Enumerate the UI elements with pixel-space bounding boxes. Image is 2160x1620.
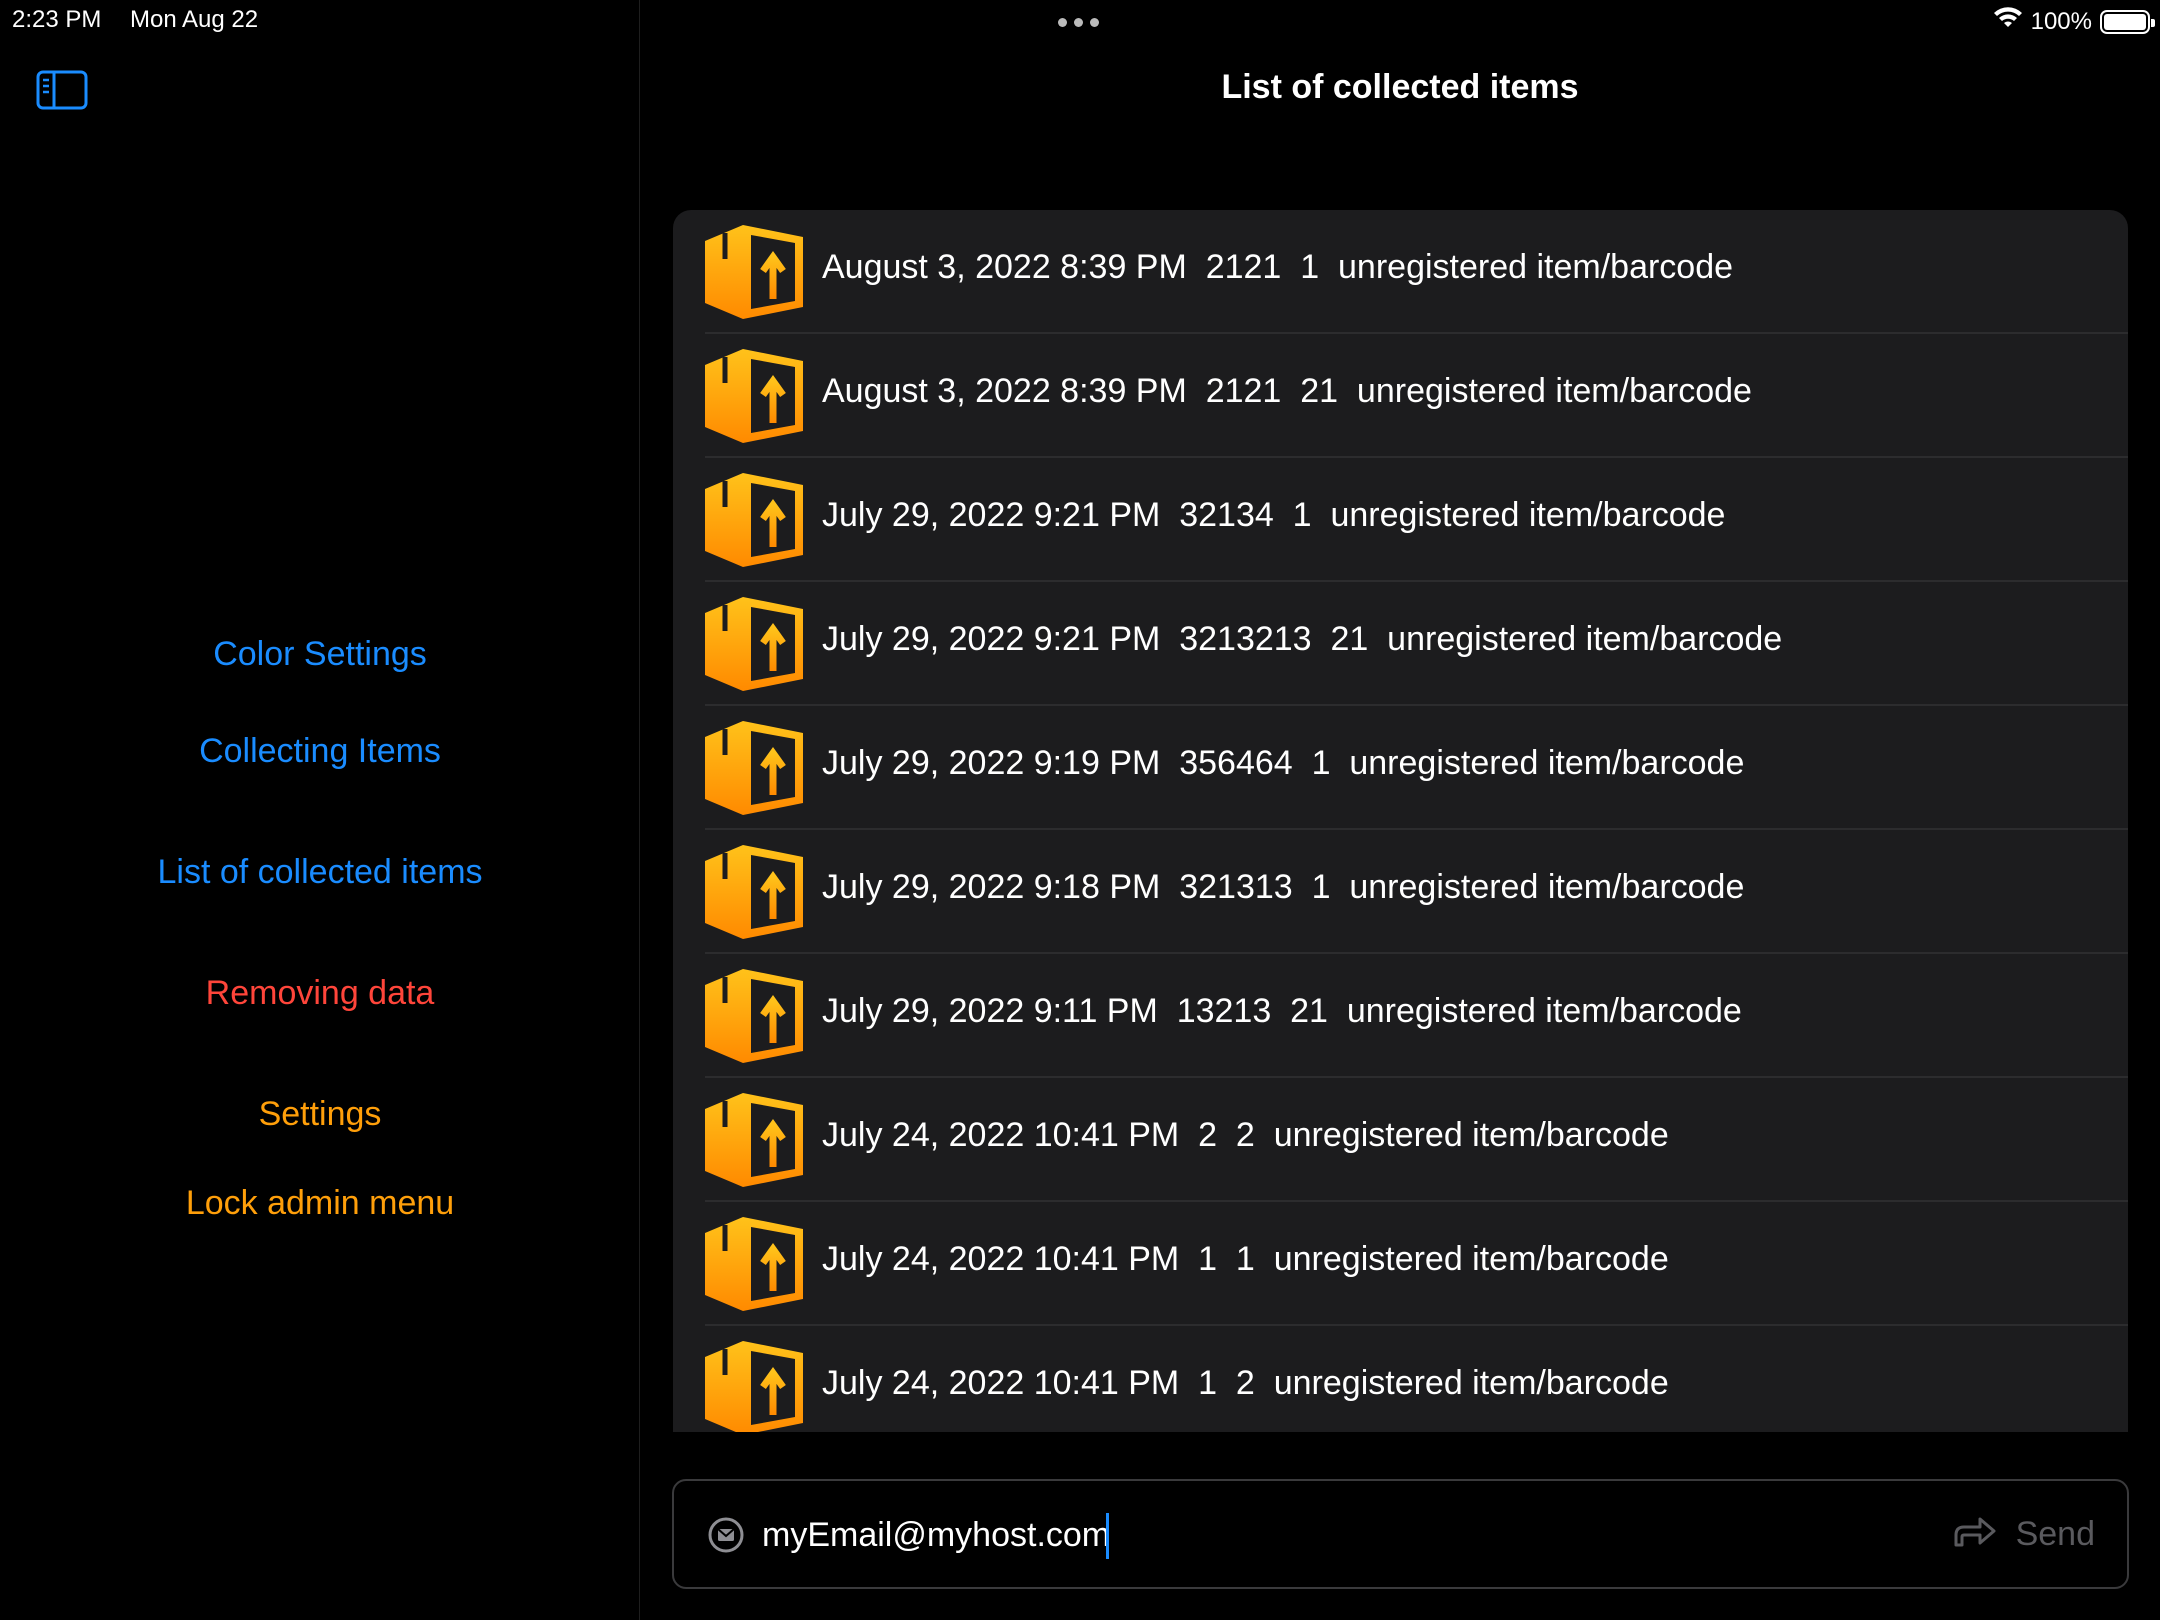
email-input[interactable] — [762, 1505, 1862, 1565]
sidebar-item-color-settings[interactable]: Color Settings — [0, 635, 640, 674]
list-item-text: August 3, 2022 8:39 PM 2121 1 unregister… — [822, 248, 1734, 286]
page-title: List of collected items — [1221, 68, 1579, 106]
send-button[interactable]: Send — [1952, 1515, 2095, 1554]
list-item[interactable]: July 24, 2022 10:41 PM 1 1 unregistered … — [673, 1202, 2128, 1326]
status-right: 100% — [1993, 6, 2155, 37]
list-item-text: July 29, 2022 9:21 PM 32134 1 unregister… — [822, 496, 1726, 534]
list-item-text: July 24, 2022 10:41 PM 2 2 unregistered … — [822, 1116, 1669, 1154]
list-item[interactable]: July 29, 2022 9:21 PM 3213213 21 unregis… — [673, 582, 2128, 706]
list-item[interactable]: July 29, 2022 9:18 PM 321313 1 unregiste… — [673, 830, 2128, 954]
list-item-text: July 29, 2022 9:11 PM 13213 21 unregiste… — [822, 992, 1742, 1030]
list-item[interactable]: July 29, 2022 9:21 PM 32134 1 unregister… — [673, 458, 2128, 582]
package-box-icon — [703, 595, 805, 693]
collected-items-list: August 3, 2022 8:39 PM 2121 1 unregister… — [673, 210, 2128, 1432]
send-label: Send — [2015, 1515, 2095, 1553]
sidebar-item-settings[interactable]: Settings — [0, 1095, 640, 1134]
list-item-text: July 24, 2022 10:41 PM 1 1 unregistered … — [822, 1240, 1669, 1278]
list-item[interactable]: July 24, 2022 10:41 PM 1 2 unregistered … — [673, 1326, 2128, 1432]
list-item-text: July 24, 2022 10:41 PM 1 2 unregistered … — [822, 1364, 1669, 1402]
list-item-text: July 29, 2022 9:18 PM 321313 1 unregiste… — [822, 868, 1745, 906]
package-box-icon — [703, 1091, 805, 1189]
sidebar: Color Settings Collecting Items List of … — [0, 0, 640, 1620]
package-box-icon — [703, 719, 805, 817]
multitasking-dots-icon[interactable] — [1058, 18, 1099, 27]
text-caret — [1106, 1513, 1109, 1559]
package-box-icon — [703, 1339, 805, 1432]
package-box-icon — [703, 223, 805, 321]
wifi-icon — [1993, 6, 2023, 37]
list-item-text: August 3, 2022 8:39 PM 2121 21 unregiste… — [822, 372, 1752, 410]
package-box-icon — [703, 967, 805, 1065]
list-item-text: July 29, 2022 9:21 PM 3213213 21 unregis… — [822, 620, 1783, 658]
list-item-text: July 29, 2022 9:19 PM 356464 1 unregiste… — [822, 744, 1745, 782]
battery-icon — [2100, 9, 2155, 34]
list-item[interactable]: July 24, 2022 10:41 PM 2 2 unregistered … — [673, 1078, 2128, 1202]
list-item[interactable]: July 29, 2022 9:19 PM 356464 1 unregiste… — [673, 706, 2128, 830]
package-box-icon — [703, 347, 805, 445]
sidebar-toggle-icon[interactable] — [36, 70, 88, 110]
list-item[interactable]: August 3, 2022 8:39 PM 2121 21 unregiste… — [673, 334, 2128, 458]
sidebar-item-collecting-items[interactable]: Collecting Items — [0, 732, 640, 771]
list-item[interactable]: August 3, 2022 8:39 PM 2121 1 unregister… — [673, 210, 2128, 334]
sidebar-item-list-of-collected-items[interactable]: List of collected items — [0, 853, 640, 892]
battery-percent: 100% — [2030, 7, 2092, 35]
sidebar-item-lock-admin-menu[interactable]: Lock admin menu — [0, 1184, 640, 1223]
sidebar-item-removing-data[interactable]: Removing data — [0, 974, 640, 1013]
package-box-icon — [703, 471, 805, 569]
list-item[interactable]: July 29, 2022 9:11 PM 13213 21 unregiste… — [673, 954, 2128, 1078]
email-bar: Send — [672, 1479, 2129, 1589]
package-box-icon — [703, 843, 805, 941]
package-box-icon — [703, 1215, 805, 1313]
envelope-icon — [708, 1517, 744, 1553]
share-arrow-icon — [1952, 1515, 1996, 1554]
